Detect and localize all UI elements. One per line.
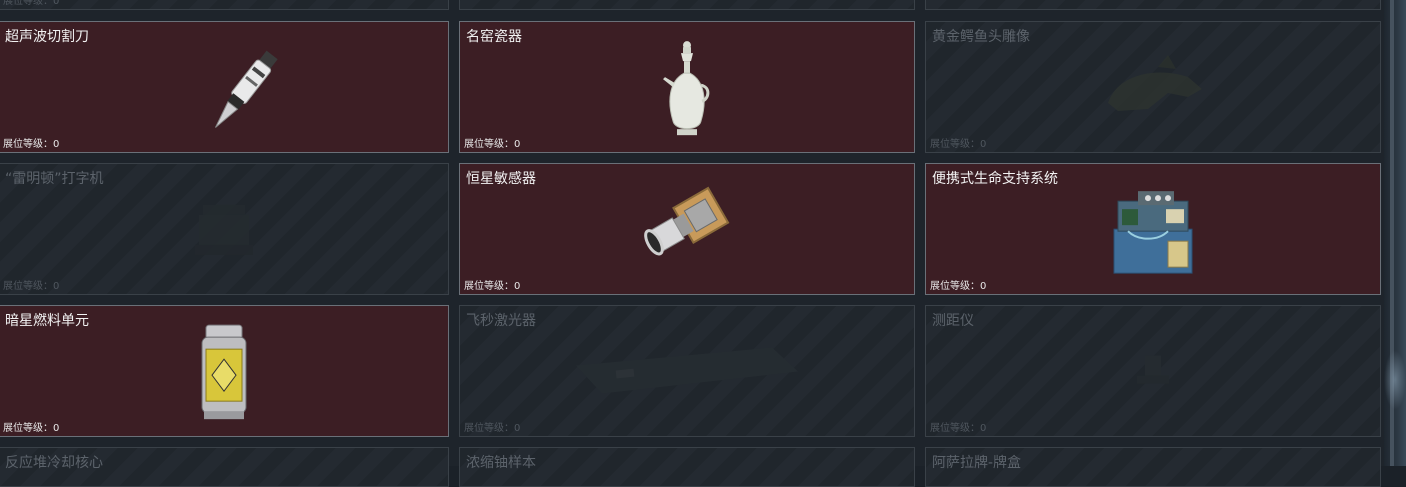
collection-card[interactable]: 阿萨拉牌-牌盒 bbox=[925, 447, 1381, 487]
laser-icon bbox=[572, 342, 802, 406]
collection-card[interactable]: 展位等级：0 bbox=[0, 0, 449, 10]
card-name: 便携式生命支持系统 bbox=[932, 171, 1058, 187]
card-name: 黄金鳄鱼头雕像 bbox=[932, 29, 1030, 45]
card-name: 反应堆冷却核心 bbox=[5, 455, 103, 471]
card-level: 展位等级：0 bbox=[930, 423, 987, 434]
card-name: 浓缩铀样本 bbox=[466, 455, 536, 471]
star-sensor-icon bbox=[637, 181, 737, 285]
collection-grid: 展位等级：0 超声波切割刀 展位等级：0 名窑瓷器 展位等级：0 黄金鳄鱼头雕像… bbox=[0, 0, 1384, 487]
collection-card[interactable]: 飞秒激光器 展位等级：0 bbox=[459, 305, 915, 437]
typewriter-icon bbox=[189, 195, 259, 269]
card-level: 展位等级：0 bbox=[464, 281, 521, 292]
card-name: 阿萨拉牌-牌盒 bbox=[932, 455, 1022, 471]
collection-card[interactable]: 测距仪 展位等级：0 bbox=[925, 305, 1381, 437]
card-level: 展位等级：0 bbox=[464, 139, 521, 150]
rangefinder-icon bbox=[1123, 342, 1183, 406]
porcelain-vase-icon bbox=[657, 39, 717, 143]
card-name: 名窑瓷器 bbox=[466, 29, 522, 45]
collection-card[interactable]: 暗星燃料单元 展位等级：0 bbox=[0, 305, 449, 437]
collection-card[interactable]: 超声波切割刀 展位等级：0 bbox=[0, 21, 449, 153]
card-name: 恒星敏感器 bbox=[466, 171, 536, 187]
card-level: 展位等级：0 bbox=[3, 139, 60, 150]
collection-card[interactable] bbox=[459, 0, 915, 10]
collection-card[interactable]: 恒星敏感器 展位等级：0 bbox=[459, 163, 915, 295]
card-level: 展位等级：0 bbox=[3, 423, 60, 434]
card-name: 测距仪 bbox=[932, 313, 974, 329]
collection-card[interactable] bbox=[925, 0, 1381, 10]
collection-card[interactable]: 名窑瓷器 展位等级：0 bbox=[459, 21, 915, 153]
ultrasonic-knife-icon bbox=[198, 41, 288, 145]
scrollbar-thumb[interactable] bbox=[1384, 350, 1406, 410]
collection-card[interactable]: 便携式生命支持系统 展位等级：0 bbox=[925, 163, 1381, 295]
card-level: 展位等级：0 bbox=[3, 0, 60, 7]
card-name: 暗星燃料单元 bbox=[5, 313, 89, 329]
collection-card[interactable]: 浓缩铀样本 bbox=[459, 447, 915, 487]
card-level: 展位等级：0 bbox=[930, 139, 987, 150]
card-level: 展位等级：0 bbox=[464, 423, 521, 434]
collection-card[interactable]: 黄金鳄鱼头雕像 展位等级：0 bbox=[925, 21, 1381, 153]
life-support-icon bbox=[1108, 181, 1198, 285]
fuel-cell-icon bbox=[194, 323, 254, 427]
card-level: 展位等级：0 bbox=[3, 281, 60, 292]
collection-card[interactable]: “雷明顿”打字机 展位等级：0 bbox=[0, 163, 449, 295]
card-name: “雷明顿”打字机 bbox=[5, 171, 104, 187]
card-level: 展位等级：0 bbox=[930, 281, 987, 292]
crocodile-statue-icon bbox=[1098, 53, 1208, 127]
scrollbar[interactable] bbox=[1384, 0, 1406, 466]
card-name: 飞秒激光器 bbox=[466, 313, 536, 329]
card-name: 超声波切割刀 bbox=[5, 29, 89, 45]
collection-card[interactable]: 反应堆冷却核心 bbox=[0, 447, 449, 487]
